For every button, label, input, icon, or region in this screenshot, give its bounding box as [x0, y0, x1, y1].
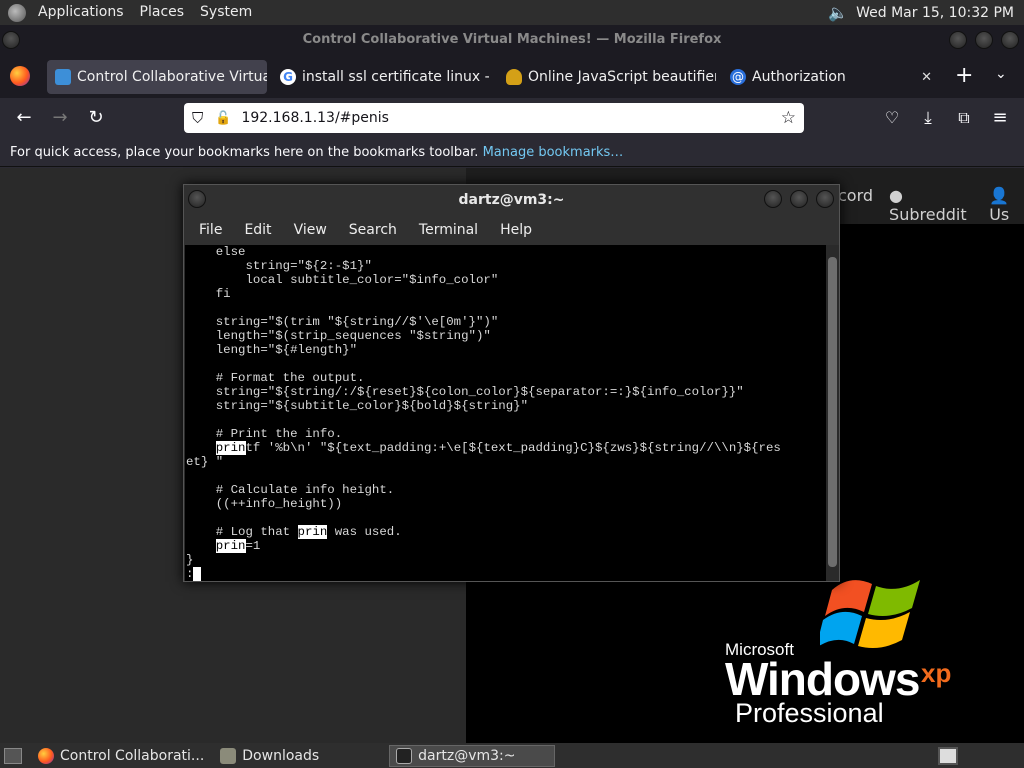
downloads-icon[interactable]: ⤓ [916, 106, 940, 130]
terminal-cursor [193, 567, 201, 581]
tab-label: install ssl certificate linux - G [302, 69, 490, 85]
taskbar-label: Control Collaborati... [60, 747, 205, 764]
nav-link-subreddit[interactable]: ● Subreddit [889, 186, 973, 224]
terminal-icon [396, 747, 413, 764]
beautifier-icon [506, 69, 522, 85]
terminal-maximize-button[interactable] [790, 190, 808, 208]
terminal-title: dartz@vm3:~ [458, 192, 565, 208]
taskbar-label: Downloads [242, 747, 320, 764]
terminal-window-menu-button[interactable] [188, 190, 206, 208]
taskbar-item-firefox[interactable]: Control Collaborati... [32, 745, 210, 767]
reddit-icon: ● [889, 186, 904, 205]
terminal-menu-help[interactable]: Help [489, 222, 543, 238]
new-tab-icon[interactable]: + [955, 63, 973, 88]
search-highlight: prin [215, 539, 246, 553]
minimize-button[interactable] [949, 31, 967, 49]
tab-control-collaborative[interactable]: Control Collaborative Virtua ✕ [47, 60, 267, 94]
nav-link-subreddit-label: Subreddit [889, 205, 967, 224]
hamburger-menu-icon[interactable]: ≡ [988, 106, 1012, 130]
terminal-menu-view[interactable]: View [283, 222, 338, 238]
terminal-close-button[interactable] [816, 190, 834, 208]
terminal-text: else string="${2:-$1}" local subtitle_co… [186, 245, 781, 581]
tab-install-ssl[interactable]: G install ssl certificate linux - G ✕ [272, 60, 490, 94]
tab-bar: Control Collaborative Virtua ✕ G install… [0, 55, 1024, 98]
scrollbar-thumb[interactable] [828, 257, 837, 567]
close-window-button[interactable] [1001, 31, 1019, 49]
google-icon: G [280, 69, 296, 85]
terminal-window[interactable]: dartz@vm3:~ File Edit View Search Termin… [183, 184, 840, 582]
nav-toolbar: ← → ↻ ⛉ 🔓 192.168.1.13/#penis ☆ ♡ ⤓ ⧉ ≡ [0, 98, 1024, 139]
manage-bookmarks-link[interactable]: Manage bookmarks… [483, 145, 624, 160]
terminal-minimize-button[interactable] [764, 190, 782, 208]
at-sign-icon: @ [730, 69, 746, 85]
firefox-titlebar: Control Collaborative Virtual Machines! … [0, 25, 1024, 55]
folder-icon [220, 747, 237, 764]
bookmarks-toolbar: For quick access, place your bookmarks h… [0, 139, 1024, 167]
site-nav-links: cord ● Subreddit 👤Us [838, 186, 1024, 224]
tab-label: Online JavaScript beautifier [528, 69, 716, 85]
shield-icon[interactable]: ⛉ [192, 109, 203, 127]
bookmarks-hint: For quick access, place your bookmarks h… [10, 145, 479, 160]
volume-icon[interactable]: 🔈 [828, 3, 848, 22]
firefox-icon [38, 747, 54, 764]
terminal-titlebar[interactable]: dartz@vm3:~ [184, 185, 839, 215]
taskbar-label: dartz@vm3:~ [418, 747, 516, 764]
clock[interactable]: Wed Mar 15, 10:32 PM [856, 5, 1014, 21]
edition-wordmark: Professional [735, 698, 884, 728]
back-arrow-icon[interactable]: ← [12, 106, 36, 130]
forward-arrow-icon[interactable]: → [48, 106, 72, 130]
tab-authorization[interactable]: @ Authorization ✕ [722, 60, 940, 94]
nav-link-discord[interactable]: cord [838, 186, 873, 224]
url-bar[interactable]: ⛉ 🔓 192.168.1.13/#penis ☆ [184, 103, 804, 133]
taskbar-item-terminal[interactable]: dartz@vm3:~ [389, 744, 556, 767]
windows-xp-logo: Microsoft Windows xp Professional [725, 560, 965, 735]
search-highlight: prin [215, 441, 246, 455]
menu-places[interactable]: Places [132, 0, 193, 25]
nav-link-users[interactable]: 👤Us [989, 186, 1024, 224]
nav-link-users-label: Us [989, 205, 1010, 224]
top-panel: Applications Places System 🔈 Wed Mar 15,… [0, 0, 1024, 25]
terminal-scrollbar[interactable] [826, 245, 839, 581]
user-icon: 👤 [989, 186, 1010, 205]
reload-icon[interactable]: ↻ [84, 106, 108, 130]
xp-wordmark: xp [921, 658, 952, 688]
window-menu-button[interactable] [2, 31, 20, 49]
menu-applications[interactable]: Applications [30, 0, 132, 25]
search-highlight: prin [297, 525, 328, 539]
pocket-icon[interactable]: ♡ [880, 106, 904, 130]
list-tabs-chevron-icon[interactable]: ⌄ [995, 66, 1007, 82]
terminal-menu-file[interactable]: File [188, 222, 233, 238]
workspace-switcher-icon[interactable] [938, 746, 958, 765]
tab-js-beautifier[interactable]: Online JavaScript beautifier ✕ [498, 60, 716, 94]
tab-label: Control Collaborative Virtua [77, 69, 267, 85]
monitor-icon [55, 69, 71, 85]
extensions-icon[interactable]: ⧉ [952, 106, 976, 130]
terminal-menu-edit[interactable]: Edit [233, 222, 282, 238]
firefox-menu-icon[interactable] [10, 66, 30, 86]
terminal-menu-search[interactable]: Search [338, 222, 408, 238]
window-title: Control Collaborative Virtual Machines! … [302, 32, 722, 47]
gnome-foot-icon[interactable] [8, 3, 26, 22]
close-tab-icon[interactable]: ✕ [921, 70, 932, 85]
terminal-menu-terminal[interactable]: Terminal [408, 222, 489, 238]
show-desktop-icon[interactable] [4, 747, 22, 764]
url-text[interactable]: 192.168.1.13/#penis [241, 110, 389, 126]
insecure-lock-icon[interactable]: 🔓 [215, 111, 231, 126]
tab-label: Authorization [752, 69, 846, 85]
maximize-button[interactable] [975, 31, 993, 49]
terminal-menubar: File Edit View Search Terminal Help [184, 215, 839, 245]
menu-system[interactable]: System [192, 0, 260, 25]
bookmark-star-icon[interactable]: ☆ [781, 108, 796, 128]
taskbar-item-downloads[interactable]: Downloads [214, 745, 325, 767]
bottom-panel: Control Collaborati... Downloads dartz@v… [0, 743, 1024, 768]
terminal-output[interactable]: else string="${2:-$1}" local subtitle_co… [185, 245, 826, 581]
